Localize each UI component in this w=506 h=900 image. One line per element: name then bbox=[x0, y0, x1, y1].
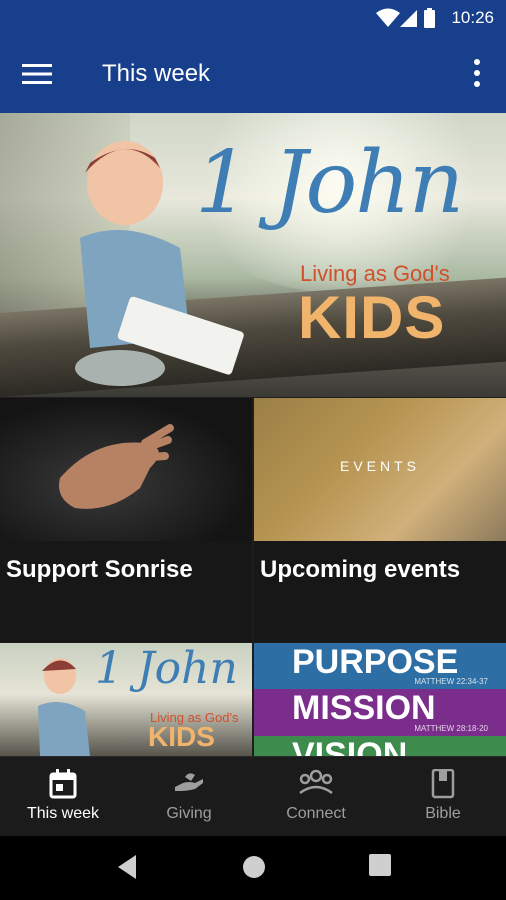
menu-icon[interactable] bbox=[22, 62, 52, 86]
back-icon[interactable] bbox=[116, 854, 138, 880]
band-vision: VISION bbox=[254, 736, 506, 756]
tile-support[interactable]: Support Sonrise bbox=[0, 398, 252, 642]
band-mission: MISSION MATTHEW 28:18-20 bbox=[254, 689, 506, 736]
bible-icon bbox=[431, 769, 455, 799]
band-purpose: PURPOSE MATTHEW 22:34-37 bbox=[254, 643, 506, 689]
tile-purpose[interactable]: PURPOSE MATTHEW 22:34-37 MISSION MATTHEW… bbox=[254, 643, 506, 756]
tile-series-big-word: KIDS bbox=[148, 721, 215, 752]
band-purpose-ref: MATTHEW 22:34-37 bbox=[414, 677, 488, 686]
giving-hand-icon bbox=[175, 773, 203, 791]
bottom-navigation: This week Giving Connect Bible bbox=[0, 756, 506, 837]
status-bar: 10:26 bbox=[0, 0, 506, 36]
nav-this-week-label: This week bbox=[26, 805, 100, 822]
tile-events-overlay: EVENTS bbox=[339, 458, 420, 474]
tile-events-image: EVENTS bbox=[254, 398, 506, 541]
recents-icon[interactable] bbox=[369, 854, 391, 876]
calendar-icon bbox=[49, 769, 77, 799]
hero-big-word: KIDS bbox=[298, 284, 446, 351]
nav-this-week[interactable]: This week bbox=[0, 757, 126, 837]
page-title: This week bbox=[102, 60, 211, 87]
nav-giving-label: Giving bbox=[166, 805, 212, 822]
signal-icon bbox=[400, 10, 417, 27]
nav-connect[interactable]: Connect bbox=[253, 757, 379, 837]
band-vision-word: VISION bbox=[292, 736, 408, 756]
tile-events-label: Upcoming events bbox=[260, 556, 461, 583]
hero-carousel[interactable]: 1 John Living as God's KIDS bbox=[0, 113, 506, 397]
system-navigation-bar bbox=[0, 836, 506, 900]
group-icon bbox=[299, 769, 333, 795]
band-mission-ref: MATTHEW 28:18-20 bbox=[414, 724, 488, 733]
hero-artwork-text: 1 John Living as God's KIDS bbox=[195, 133, 500, 351]
nav-connect-label: Connect bbox=[286, 805, 346, 822]
battery-icon bbox=[424, 8, 435, 28]
more-options-icon[interactable] bbox=[470, 58, 484, 88]
nav-bible-label: Bible bbox=[425, 805, 461, 822]
tile-support-label: Support Sonrise bbox=[6, 556, 193, 583]
band-mission-word: MISSION bbox=[292, 689, 436, 727]
tile-support-image bbox=[0, 398, 252, 541]
home-icon[interactable] bbox=[241, 854, 267, 880]
nav-bible[interactable]: Bible bbox=[380, 757, 506, 837]
nav-giving[interactable]: Giving bbox=[126, 757, 252, 837]
tile-events[interactable]: EVENTS Upcoming events bbox=[254, 398, 506, 642]
tile-series[interactable]: 1 John Living as God's KIDS bbox=[0, 643, 252, 756]
app-bar: This week bbox=[0, 36, 506, 113]
wifi-icon bbox=[376, 8, 400, 27]
hero-script-title: 1 John bbox=[195, 133, 464, 233]
clock: 10:26 bbox=[451, 8, 494, 27]
tile-series-script: 1 John bbox=[95, 643, 238, 694]
